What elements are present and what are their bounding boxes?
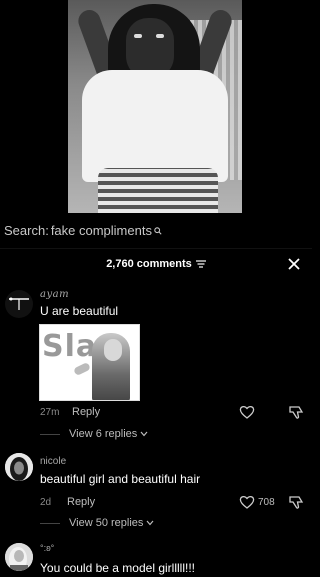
- avatar[interactable]: [5, 543, 33, 571]
- search-label: Search:: [4, 223, 49, 238]
- view-replies-button[interactable]: View 6 replies: [40, 428, 148, 440]
- heart-icon[interactable]: [239, 404, 255, 420]
- comment-sticker: Slay: [39, 324, 140, 401]
- dislike-icon[interactable]: [288, 404, 304, 420]
- heart-icon[interactable]: [239, 494, 255, 510]
- search-query: fake compliments: [50, 223, 152, 238]
- comment-time: 2d: [40, 497, 52, 508]
- video-frame: [68, 0, 242, 213]
- comment-username[interactable]: ayam: [40, 289, 69, 300]
- comment-username[interactable]: °:ʚ°: [40, 543, 54, 553]
- comment-text: beautiful girl and beautiful hair: [40, 472, 201, 486]
- comment-time: 27m: [40, 407, 60, 418]
- comment-text: U are beautiful: [40, 304, 119, 318]
- comment-text: You could be a model girlllll!!!: [40, 561, 195, 575]
- close-icon[interactable]: [287, 257, 301, 271]
- view-replies-button[interactable]: View 50 replies: [40, 517, 154, 529]
- chevron-down-icon: [140, 431, 148, 437]
- search-icon: [154, 226, 162, 235]
- comment-username[interactable]: nicole: [40, 456, 66, 467]
- reply-button[interactable]: Reply: [67, 496, 95, 508]
- sort-icon: [195, 260, 206, 268]
- dislike-icon[interactable]: [288, 494, 304, 510]
- avatar[interactable]: [5, 453, 33, 481]
- comment-count[interactable]: 2,760 comments: [0, 258, 312, 270]
- comments-header: 2,760 comments: [0, 248, 312, 280]
- like-count: 708: [258, 497, 275, 508]
- reply-button[interactable]: Reply: [72, 406, 100, 418]
- chevron-down-icon: [146, 520, 154, 526]
- search-bar[interactable]: Search: fake compliments: [4, 223, 162, 238]
- video-preview[interactable]: [0, 0, 312, 213]
- avatar[interactable]: [5, 290, 33, 318]
